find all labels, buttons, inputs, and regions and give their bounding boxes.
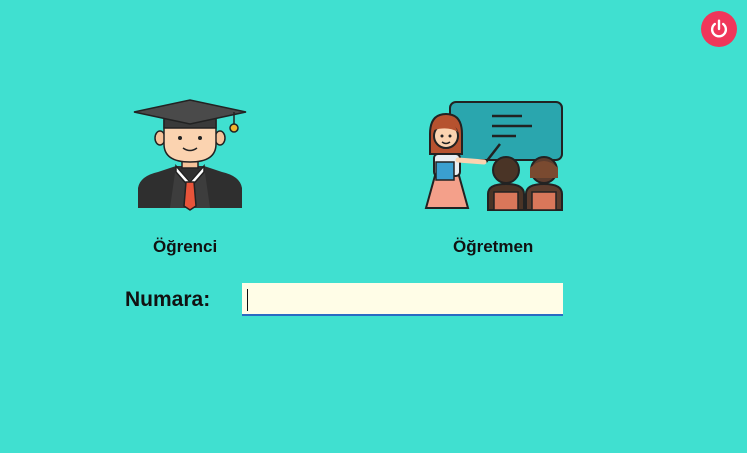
teacher-classroom-icon [424, 101, 563, 211]
numara-label: Numara: [125, 288, 211, 311]
teacher-role-button[interactable] [418, 100, 568, 212]
student-label[interactable]: Öğrenci [153, 237, 217, 257]
power-button[interactable] [701, 11, 737, 47]
numara-input[interactable] [242, 283, 563, 316]
text-caret [247, 289, 248, 311]
teacher-label[interactable]: Öğretmen [453, 237, 533, 257]
power-icon [710, 19, 728, 38]
student-role-button[interactable] [130, 96, 250, 216]
student-graduate-icon [133, 99, 247, 211]
